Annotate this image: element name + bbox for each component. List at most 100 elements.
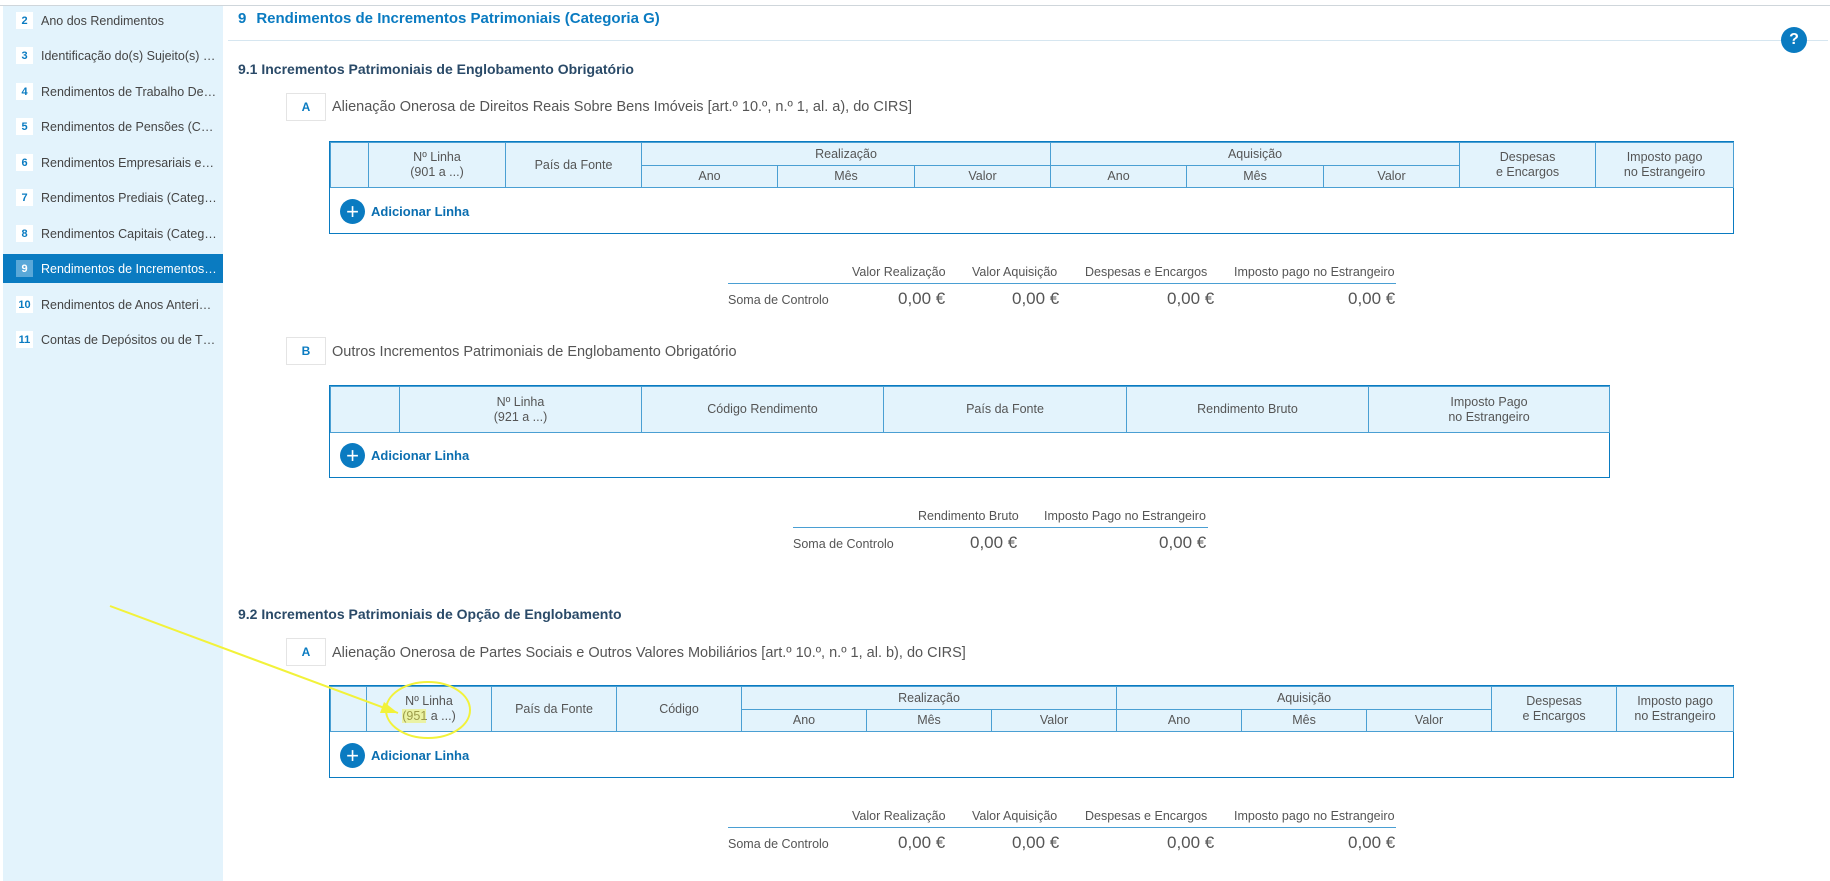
column-header-imposto: Imposto Pago no Estrangeiro [1368, 386, 1610, 433]
summary-header-despesas: Despesas e Encargos [1085, 809, 1208, 823]
table-91b: Nº Linha (921 a ...) Código Rendimento Pa… [329, 385, 1610, 478]
top-bar [0, 0, 1830, 6]
summary-header-imposto: Imposto pago no Estrangeiro [1234, 265, 1395, 279]
summary-header-valor-realizacao: Valor Realização [852, 809, 946, 823]
sidebar-item-number: 9 [16, 260, 33, 277]
sidebar-item-label: Rendimentos de Pensões (Categoria H) [41, 119, 217, 134]
sidebar-item-label: Rendimentos Empresariais e Profissionais [41, 155, 217, 170]
sidebar-item-number: 10 [16, 296, 33, 313]
summary-value-imposto: 0,00 € [1159, 533, 1207, 552]
sidebar-item-label: Identificação do(s) Sujeito(s) Passivo(s… [41, 48, 217, 63]
column-header-despesas: Despesas e Encargos [1491, 686, 1618, 732]
column-header-aquisicao-valor: Valor [1323, 165, 1461, 188]
summary-header-valor-aquisicao: Valor Aquisição [972, 265, 1058, 279]
summary-divider [728, 283, 1396, 284]
plus-icon: + [340, 443, 365, 468]
column-header-aquisicao-mes: Mês [1241, 709, 1368, 732]
column-header-nr-linha: Nº Linha (921 a ...) [399, 386, 642, 433]
column-header-rendimento-bruto: Rendimento Bruto [1126, 386, 1369, 433]
add-row-button[interactable]: + Adicionar Linha [340, 443, 469, 468]
table-92a-title: Alienação Onerosa de Partes Sociais e Ou… [332, 645, 966, 661]
select-column-header [330, 142, 369, 188]
sidebar-item-contas-depositos[interactable]: 11 Contas de Depósitos ou de Títulos [3, 325, 223, 354]
sidebar-item-number: 8 [16, 225, 33, 242]
plus-icon: + [340, 743, 365, 768]
table-91a: Nº Linha (901 a ...) País da Fonte Realiz… [329, 141, 1735, 234]
column-header-realizacao-ano: Ano [641, 165, 778, 188]
page-title-text: Rendimentos de Incrementos Patrimoniais … [256, 10, 660, 27]
table-letter-a: A [286, 638, 326, 666]
summary-value-realizacao: 0,00 € [898, 833, 946, 852]
table-letter-b: B [286, 337, 326, 365]
sidebar-item-label: Rendimentos de Incrementos Patrimoniais [41, 261, 217, 276]
summary-label: Soma de Controlo [793, 537, 894, 551]
column-header-imposto: Imposto pago no Estrangeiro [1595, 142, 1735, 188]
table-letter-a: A [286, 93, 326, 121]
column-header-aquisicao-ano: Ano [1116, 709, 1243, 732]
add-row-button[interactable]: + Adicionar Linha [340, 199, 469, 224]
summary-label: Soma de Controlo [728, 293, 829, 307]
column-header-aquisicao-valor: Valor [1366, 709, 1493, 732]
sidebar-item-pensoes[interactable]: 5 Rendimentos de Pensões (Categoria H) [3, 112, 223, 141]
table-92a: Nº Linha (951 a ...) País da Fonte Código… [329, 685, 1735, 778]
summary-header-imposto: Imposto pago no Estrangeiro [1234, 809, 1395, 823]
sidebar-item-number: 7 [16, 189, 33, 206]
page-title-number: 9 [238, 10, 247, 27]
summary-value-rendimento-bruto: 0,00 € [970, 533, 1018, 552]
column-header-nr-linha: Nº Linha (951 a ...) [366, 686, 492, 732]
sidebar-item-capitais[interactable]: 8 Rendimentos Capitais (Categoria E) [3, 219, 223, 248]
summary-header-valor-aquisicao: Valor Aquisição [972, 809, 1058, 823]
section-91-title: 9.1 Incrementos Patrimoniais de Englobam… [238, 61, 634, 77]
add-row-button[interactable]: + Adicionar Linha [340, 743, 469, 768]
help-button[interactable]: ? [1781, 27, 1807, 53]
column-header-despesas: Despesas e Encargos [1459, 142, 1597, 188]
column-header-aquisicao: Aquisição [1050, 142, 1461, 166]
sidebar-item-label: Rendimentos de Anos Anteriores [41, 297, 217, 312]
plus-icon: + [340, 199, 365, 224]
summary-divider [793, 527, 1208, 528]
sidebar-item-trabalho-dependente[interactable]: 4 Rendimentos de Trabalho Dependente [3, 77, 223, 106]
summary-header-imposto: Imposto Pago no Estrangeiro [1044, 509, 1206, 523]
sidebar-item-identificacao[interactable]: 3 Identificação do(s) Sujeito(s) Passivo… [3, 41, 223, 70]
column-header-pais-fonte: País da Fonte [505, 142, 642, 188]
summary-value-imposto: 0,00 € [1348, 289, 1396, 308]
summary-value-aquisicao: 0,00 € [1012, 289, 1060, 308]
sidebar-item-number: 5 [16, 118, 33, 135]
sidebar-item-label: Ano dos Rendimentos [41, 13, 164, 28]
summary-label: Soma de Controlo [728, 837, 829, 851]
column-header-aquisicao: Aquisição [1116, 686, 1493, 710]
sidebar-item-number: 6 [16, 154, 33, 171]
sidebar-item-number: 11 [16, 331, 33, 348]
column-header-realizacao-valor: Valor [913, 165, 1052, 188]
sidebar-item-ano-rendimentos[interactable]: 2 Ano dos Rendimentos [3, 6, 223, 35]
sidebar-item-prediais[interactable]: 7 Rendimentos Prediais (Categoria F) [3, 183, 223, 212]
select-column-header [330, 686, 367, 732]
page-title: 9 Rendimentos de Incrementos Patrimoniais… [238, 10, 660, 27]
add-row-label: Adicionar Linha [371, 448, 470, 463]
summary-value-realizacao: 0,00 € [898, 289, 946, 308]
column-header-codigo-rendimento: Código Rendimento [641, 386, 884, 433]
summary-header-rendimento-bruto: Rendimento Bruto [918, 509, 1019, 523]
summary-value-despesas: 0,00 € [1167, 833, 1215, 852]
sidebar-item-label: Rendimentos Capitais (Categoria E) [41, 226, 217, 241]
sidebar-item-empresariais[interactable]: 6 Rendimentos Empresariais e Profissiona… [3, 148, 223, 177]
column-header-realizacao-mes: Mês [777, 165, 915, 188]
table-91b-title: Outros Incrementos Patrimoniais de Englo… [332, 344, 737, 360]
add-row-label: Adicionar Linha [371, 748, 470, 763]
summary-header-despesas: Despesas e Encargos [1085, 265, 1208, 279]
sidebar-item-number: 3 [16, 47, 33, 64]
add-row-label: Adicionar Linha [371, 204, 470, 219]
column-header-aquisicao-mes: Mês [1186, 165, 1325, 188]
summary-value-despesas: 0,00 € [1167, 289, 1215, 308]
column-header-codigo: Código [616, 686, 742, 732]
sidebar-item-anos-anteriores[interactable]: 10 Rendimentos de Anos Anteriores [3, 290, 223, 319]
summary-divider [728, 827, 1396, 828]
sidebar-item-incrementos-patrimoniais[interactable]: 9 Rendimentos de Incrementos Patrimoniai… [3, 254, 223, 283]
sidebar-item-label: Rendimentos Prediais (Categoria F) [41, 190, 217, 205]
sidebar-item-number: 2 [16, 12, 33, 29]
section-92-title: 9.2 Incrementos Patrimoniais de Opção de… [238, 606, 622, 622]
column-header-realizacao-valor: Valor [990, 709, 1118, 732]
column-header-realizacao-mes: Mês [866, 709, 992, 732]
sidebar-item-label: Contas de Depósitos ou de Títulos [41, 332, 217, 347]
column-header-nr-linha: Nº Linha (901 a ...) [368, 142, 506, 188]
